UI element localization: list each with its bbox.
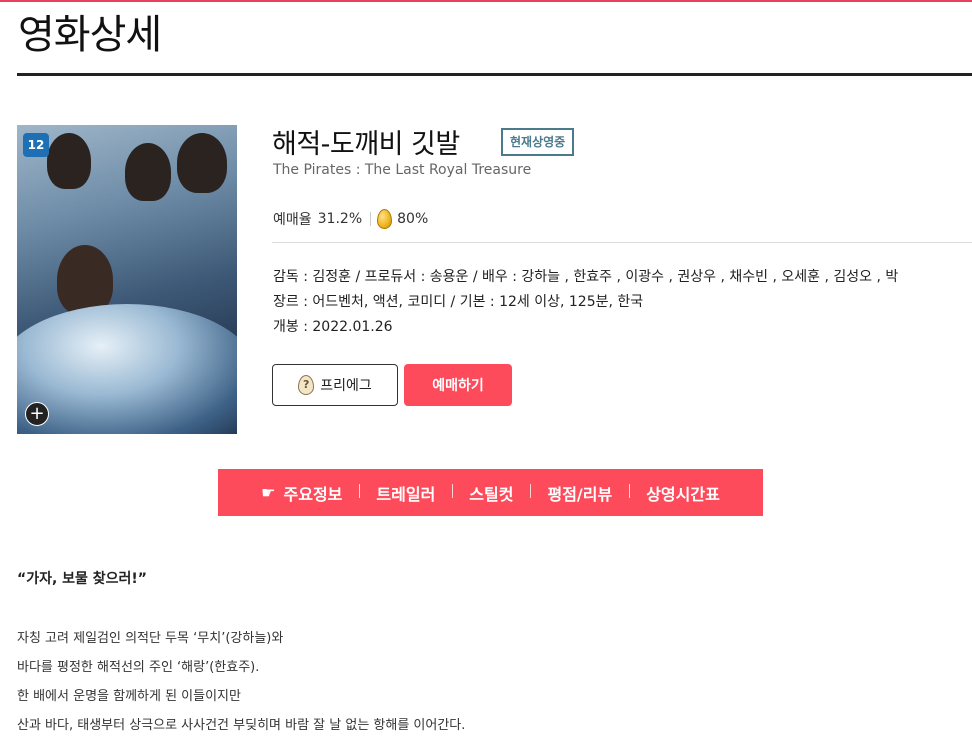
score-row: 예매율 31.2% 80% [273, 208, 428, 230]
pointing-hand-icon: ☛ [261, 483, 276, 502]
movie-tagline: “가자, 보물 찾으러!” [17, 571, 148, 587]
egg-rate-value: 80% [397, 211, 429, 227]
movie-poster[interactable]: 12 + [17, 125, 237, 434]
tab-reviews[interactable]: 평점/리뷰 [530, 481, 629, 505]
golden-egg-icon [377, 209, 393, 229]
release-info: 개봉 : 2022.01.26 [273, 319, 393, 335]
tab-stillcut[interactable]: 스틸컷 [452, 481, 530, 505]
genre-info: 장르 : 어드벤처, 액션, 코미디 / 기본 : 12세 이상, 125분, … [273, 294, 644, 310]
poster-wave [17, 304, 237, 434]
preegg-button[interactable]: ? 프리에그 [272, 364, 398, 406]
reservation-rate-value: 31.2% [317, 211, 363, 227]
tab-showtimes[interactable]: 상영시간표 [629, 481, 737, 505]
tab-label: 스틸컷 [469, 484, 514, 504]
info-divider [272, 242, 972, 243]
synopsis-line: 자칭 고려 제일검인 의적단 두목 ‘무치’(강하늘)와 [17, 631, 284, 646]
tab-trailer[interactable]: 트레일러 [359, 481, 452, 505]
age-rating-badge: 12 [23, 133, 49, 157]
tab-label: 트레일러 [376, 484, 436, 504]
plus-icon[interactable]: + [25, 402, 49, 426]
page-title: 영화상세 [18, 12, 162, 58]
poster-figure-2 [125, 143, 171, 201]
crew-info: 감독 : 김정훈 / 프로듀서 : 송용운 / 배우 : 강하늘 , 한효주 ,… [273, 269, 899, 285]
synopsis-line: 산과 바다, 태생부터 상극으로 사사건건 부딪히며 바람 잘 날 없는 항해를… [17, 718, 466, 733]
tab-label: 상영시간표 [646, 484, 720, 504]
preegg-icon: ? [298, 375, 315, 395]
title-divider [17, 73, 972, 76]
tab-main-info[interactable]: ☛ 주요정보 [244, 481, 359, 505]
poster-figure-3 [177, 133, 227, 193]
score-separator [370, 212, 372, 226]
reservation-rate-label: 예매율 [273, 212, 312, 228]
synopsis-line: 한 배에서 운명을 함께하게 된 이들이지만 [17, 689, 241, 704]
tab-label: 평점/리뷰 [547, 484, 613, 504]
movie-title-english: The Pirates : The Last Royal Treasure [273, 162, 532, 178]
movie-title: 해적-도깨비 깃발 [272, 129, 460, 160]
detail-tabs: ☛ 주요정보 트레일러 스틸컷 평점/리뷰 상영시간표 [218, 469, 763, 516]
reserve-button[interactable]: 예매하기 [404, 364, 512, 406]
preegg-button-label: 프리에그 [320, 378, 372, 394]
tab-label: 주요정보 [283, 484, 343, 504]
poster-figure-1 [47, 133, 91, 189]
status-badge: 현재상영중 [501, 128, 575, 156]
synopsis-line: 바다를 평정한 해적선의 주인 ‘해랑’(한효주). [17, 660, 260, 675]
